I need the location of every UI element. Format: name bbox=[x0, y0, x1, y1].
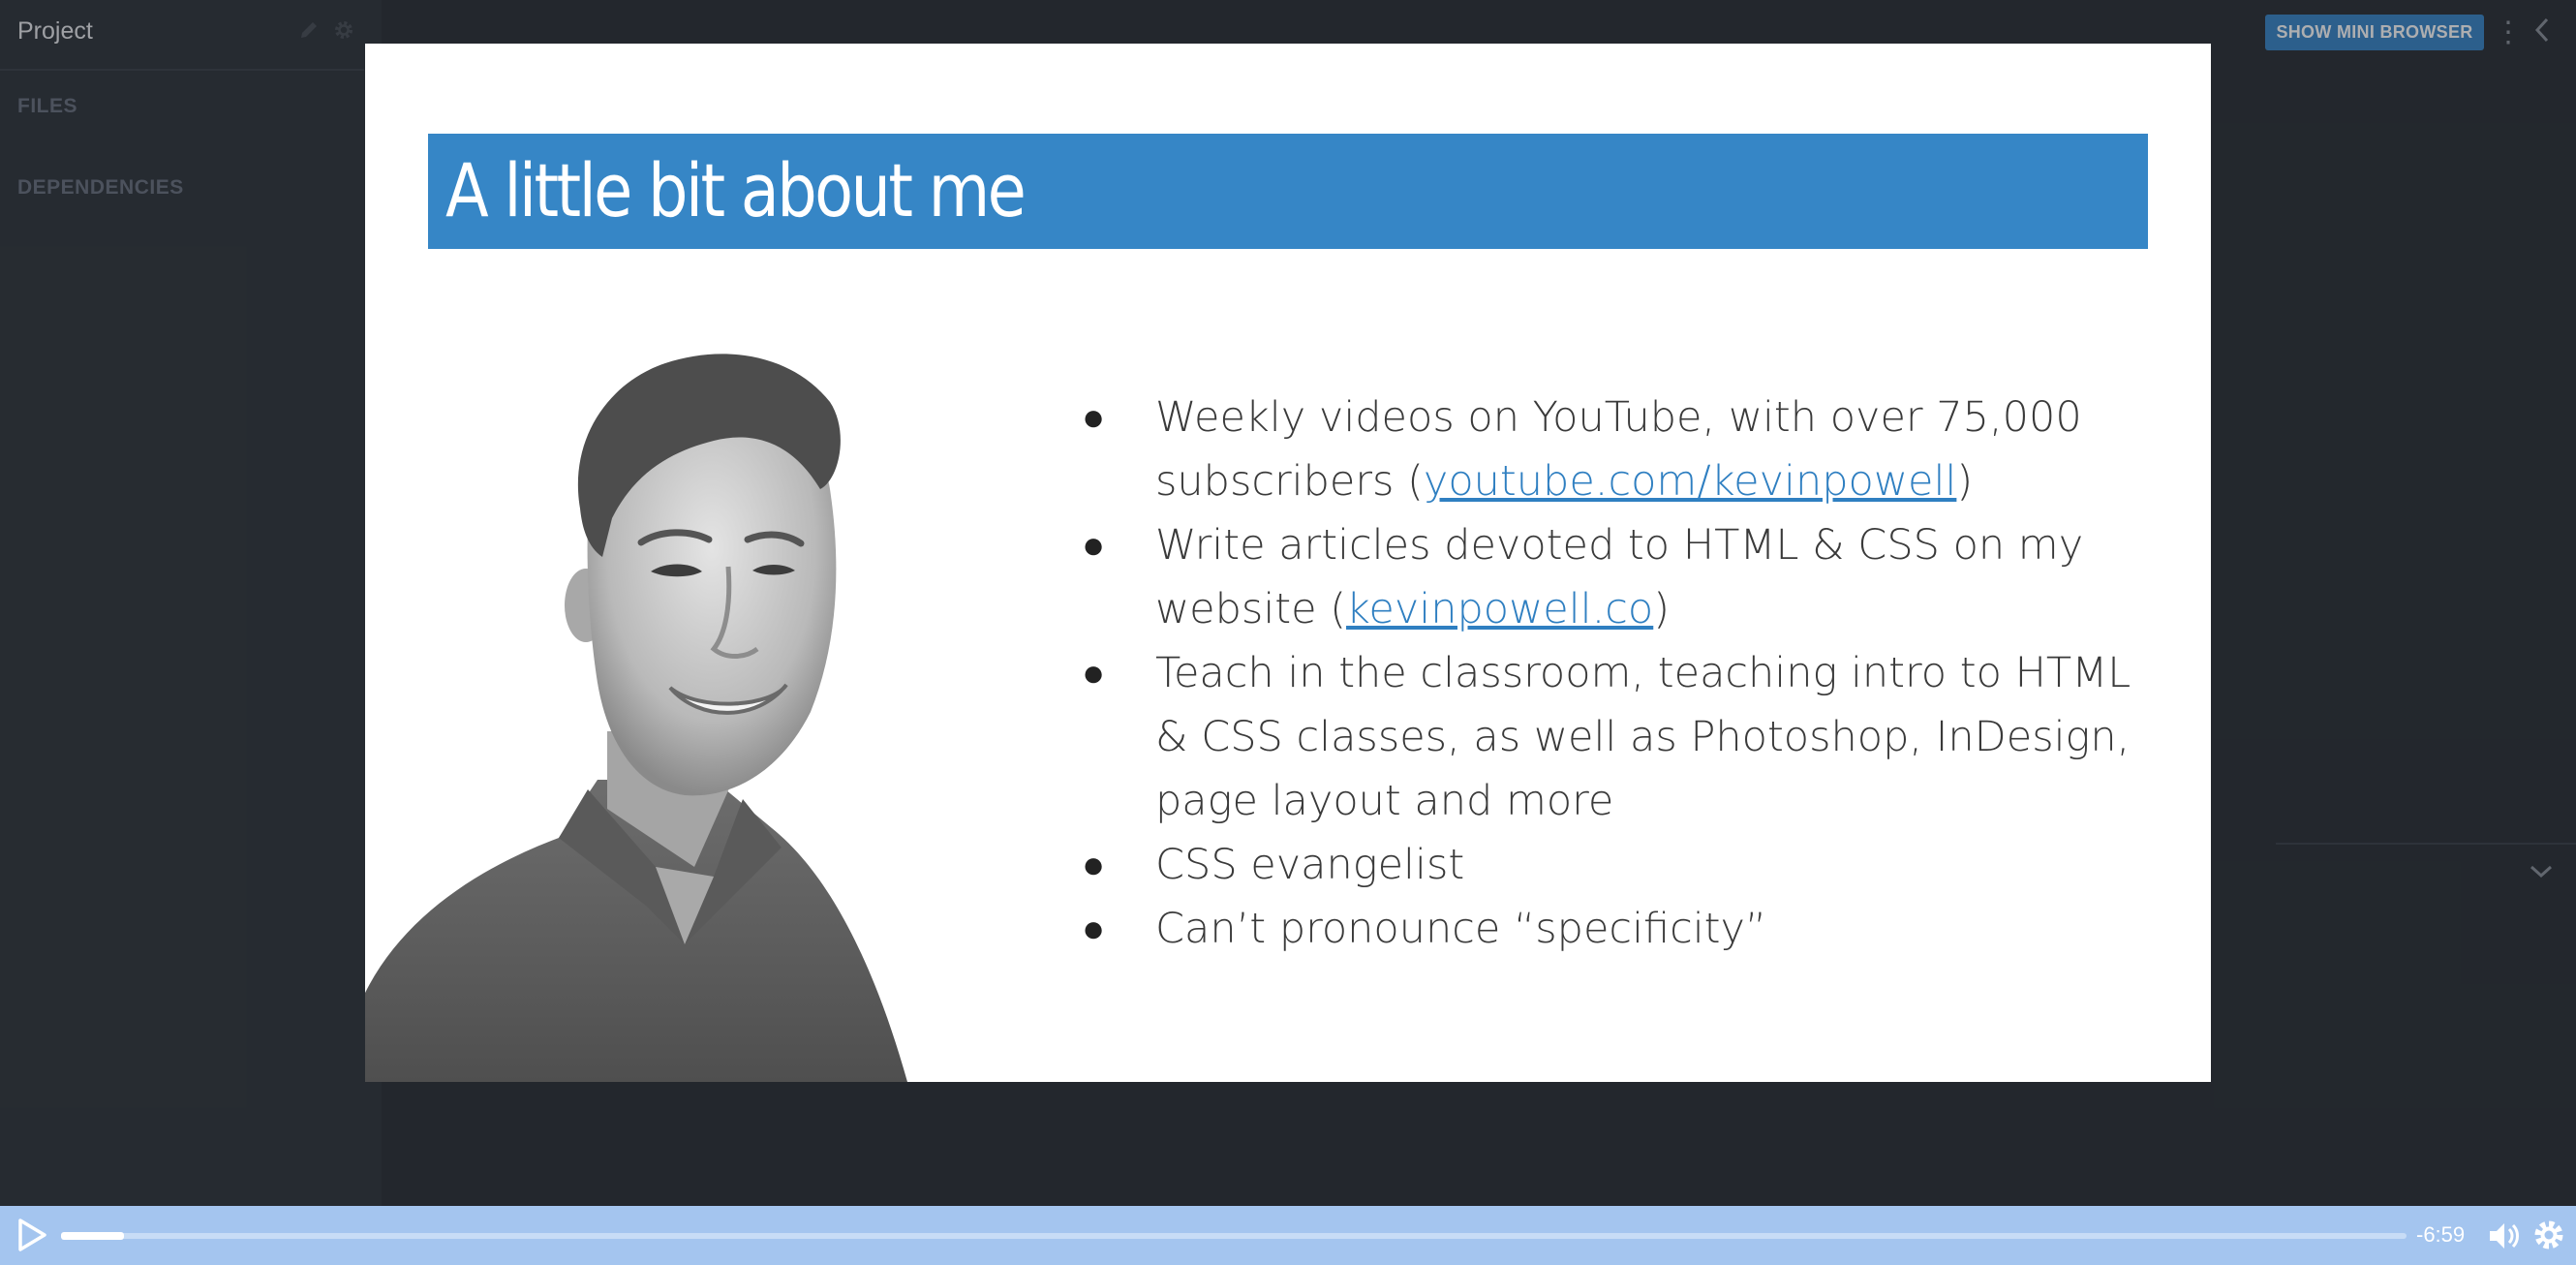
list-item: ● Teach in the classroom, teaching intro … bbox=[1082, 649, 2131, 825]
portrait-photo bbox=[365, 354, 907, 1082]
list-item: ● CSS evangelist bbox=[1082, 841, 1465, 889]
list-item: ● Weekly videos on YouTube, with over 75,… bbox=[1082, 393, 2082, 506]
show-mini-browser-button[interactable]: SHOW MINI BROWSER bbox=[2265, 15, 2484, 50]
youtube-link[interactable]: youtube.com/kevinpowell bbox=[1424, 457, 1956, 506]
files-section[interactable]: FILES bbox=[17, 95, 77, 118]
slide-title-banner: A little bit about me bbox=[428, 134, 2148, 249]
time-remaining: -6:59 bbox=[2416, 1222, 2466, 1247]
panel-divider bbox=[2276, 843, 2576, 845]
chevron-left-icon[interactable] bbox=[2528, 14, 2557, 52]
pencil-icon[interactable] bbox=[297, 19, 321, 43]
slide-title: A little bit about me bbox=[445, 147, 1027, 233]
project-sidebar: Project FILES DEPENDENCIES bbox=[0, 0, 382, 1206]
dependencies-section[interactable]: DEPENDENCIES bbox=[17, 176, 184, 200]
progress-fill[interactable] bbox=[61, 1232, 124, 1240]
video-slide: A little bit about me ● Weekly videos on… bbox=[365, 44, 2211, 1082]
settings-gear-icon[interactable] bbox=[2531, 1218, 2566, 1252]
volume-icon[interactable] bbox=[2486, 1219, 2521, 1253]
website-link[interactable]: kevinpowell.co bbox=[1346, 585, 1653, 633]
list-item: ● Can’t pronounce “specificity” bbox=[1082, 905, 1767, 953]
sidebar-title: Project bbox=[17, 17, 93, 45]
list-item: ● Write articles devoted to HTML & CSS on… bbox=[1082, 521, 2084, 633]
chevron-down-icon[interactable] bbox=[2522, 852, 2561, 891]
bullet-list: ● Weekly videos on YouTube, with over 75,… bbox=[1082, 386, 2147, 961]
preview-panel bbox=[2212, 0, 2576, 1206]
video-player-controls: -6:59 bbox=[0, 1206, 2576, 1265]
sidebar-header: Project bbox=[0, 0, 364, 71]
kebab-menu-icon[interactable]: ⋮ bbox=[2494, 14, 2523, 52]
progress-track[interactable] bbox=[61, 1233, 2407, 1239]
play-icon[interactable] bbox=[12, 1216, 50, 1254]
gear-icon[interactable] bbox=[332, 19, 355, 43]
